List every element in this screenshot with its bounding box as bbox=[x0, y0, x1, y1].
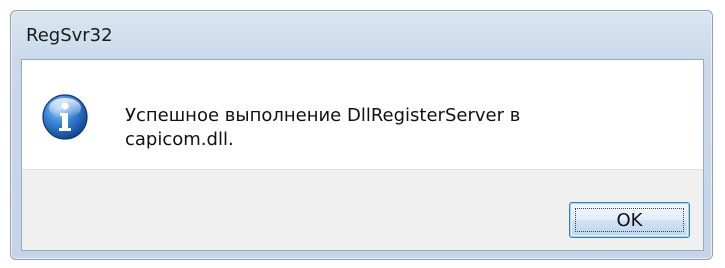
message-text: Успешное выполнение DllRegisterServer в … bbox=[125, 104, 685, 152]
message-line-1: Успешное выполнение DllRegisterServer в bbox=[125, 105, 521, 126]
button-panel: OK bbox=[22, 169, 703, 250]
ok-button-label: OK bbox=[616, 209, 643, 231]
ok-button[interactable]: OK bbox=[569, 202, 690, 238]
regsvr32-dialog: RegSvr32 Успешное выполнение DllRegister… bbox=[10, 10, 713, 260]
information-icon bbox=[42, 94, 88, 140]
message-area: Успешное выполнение DllRegisterServer в … bbox=[22, 60, 703, 169]
message-line-2: capicom.dll. bbox=[125, 129, 234, 150]
title-bar[interactable]: RegSvr32 bbox=[11, 11, 712, 59]
window-title: RegSvr32 bbox=[26, 25, 113, 46]
dialog-client-area: Успешное выполнение DllRegisterServer в … bbox=[21, 59, 704, 251]
